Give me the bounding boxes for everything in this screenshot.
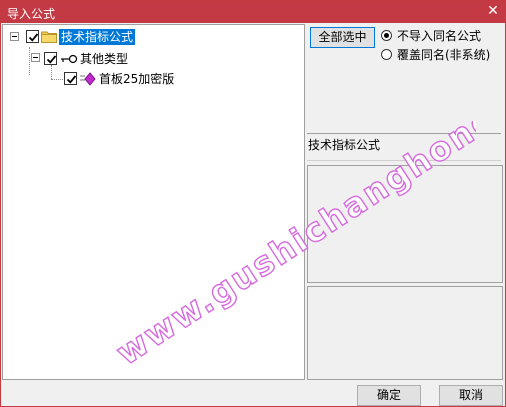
button-bar: 确定 取消 [1,381,505,407]
window-title: 导入公式 [7,7,56,21]
tree-node-label: 技术指标公式 [59,29,136,45]
radio-overwrite-duplicates[interactable]: 覆盖同名(非系统) [381,47,501,63]
import-formula-dialog: 导入公式 ✕ 技术指标公式 其他类型 首板25加密版 全部选中 不导入同名公式 … [0,0,506,407]
cancel-button[interactable]: 取消 [439,385,503,406]
tree-node-label: 首板25加密版 [99,72,175,86]
tree-node-label: 其他类型 [80,52,129,66]
radio-label: 覆盖同名(非系统) [397,48,491,62]
formula-tree: 技术指标公式 其他类型 首板25加密版 [2,24,305,380]
radio-button[interactable] [381,30,392,41]
key-icon [60,53,78,64]
tree-checkbox[interactable] [44,52,57,65]
diamond-formula-icon [80,72,96,86]
description-box [307,165,503,283]
description-title: 技术指标公式 [308,138,381,152]
tree-node-other-types[interactable]: 其他类型 [3,50,183,68]
parameter-box [307,286,503,380]
select-all-button[interactable]: 全部选中 [310,27,375,48]
ok-button[interactable]: 确定 [357,385,421,406]
options-panel: 全部选中 不导入同名公式 覆盖同名(非系统) 技术指标公式 [307,24,505,380]
collapse-toggle-icon[interactable] [10,32,19,41]
collapse-toggle-icon[interactable] [31,53,40,62]
tree-checkbox[interactable] [26,30,39,43]
folder-icon [41,30,57,43]
description-header: 技术指标公式 [307,133,501,161]
radio-skip-duplicates[interactable]: 不导入同名公式 [381,28,501,44]
title-bar: 导入公式 ✕ [1,1,505,23]
tree-node-technical-formulas[interactable]: 技术指标公式 [3,28,183,46]
radio-button[interactable] [381,49,392,60]
tree-node-formula-item[interactable]: 首板25加密版 [3,70,203,88]
tree-checkbox[interactable] [64,72,77,85]
radio-label: 不导入同名公式 [397,29,482,43]
close-icon[interactable]: ✕ [485,3,501,19]
